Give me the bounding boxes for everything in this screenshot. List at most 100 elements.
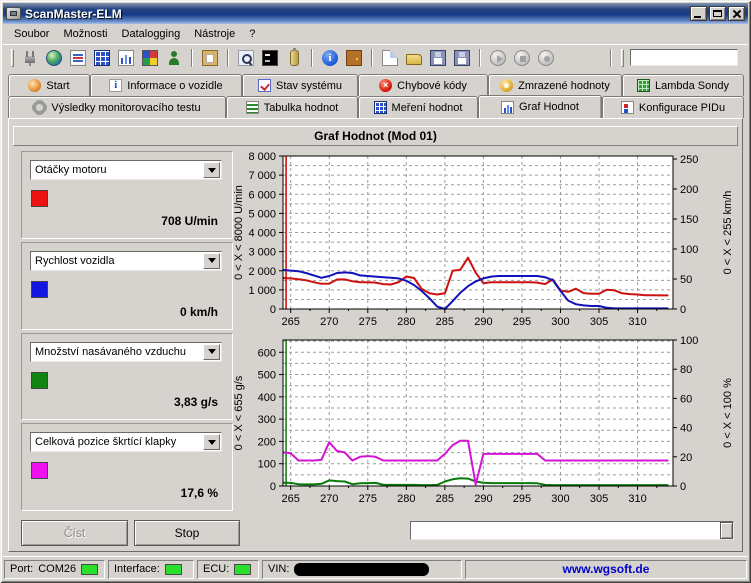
tab-zmrazene-hodnoty[interactable]: Zmrazené hodnoty: [488, 74, 622, 96]
port-value: COM26: [38, 563, 76, 575]
search-button[interactable]: [234, 47, 258, 69]
maximize-button[interactable]: [709, 6, 726, 21]
toolbar-input[interactable]: [630, 49, 738, 66]
pid-select-2-value: Rychlost vozidla: [35, 255, 114, 267]
info-button[interactable]: [318, 47, 342, 69]
pid-select-4[interactable]: Celková pozice škrtící klapky: [30, 432, 222, 452]
clipboard-button[interactable]: [198, 47, 222, 69]
svg-text:0 < X < 255 km/h: 0 < X < 255 km/h: [722, 191, 734, 275]
tab-vysledky-monitorovaciho-testu[interactable]: Výsledky monitorovacího testu: [8, 96, 226, 118]
save-icon: [430, 50, 446, 66]
tab-start[interactable]: Start: [8, 74, 90, 96]
dropdown-button[interactable]: [203, 434, 220, 450]
param-value-throttle: 17,6 %: [181, 486, 218, 500]
toolbar: [3, 44, 748, 70]
series-color-swatch: [31, 190, 48, 207]
svg-text:290: 290: [474, 493, 492, 505]
menu-nastroje[interactable]: Nástroje: [187, 27, 242, 41]
svg-text:265: 265: [282, 316, 300, 328]
dropdown-button[interactable]: [203, 162, 220, 178]
svg-text:80: 80: [680, 364, 692, 376]
minimize-button[interactable]: [690, 6, 707, 21]
ecu-led: [234, 564, 251, 575]
pid-select-3[interactable]: Množství nasávaného vzduchu: [30, 342, 222, 362]
svg-text:0 < X < 8000 U/min: 0 < X < 8000 U/min: [233, 185, 245, 280]
play-button[interactable]: [486, 47, 510, 69]
tab-label: Graf Hodnot: [519, 101, 579, 113]
tab-label: Lambda Sondy: [655, 80, 729, 92]
tab-stav-systemu[interactable]: Stav systému: [242, 74, 358, 96]
series-color-swatch: [31, 372, 48, 389]
pid-select-1[interactable]: Otáčky motoru: [30, 160, 222, 180]
tab-row-1: Start Informace o vozidle Stav systému C…: [8, 74, 744, 96]
svg-text:300: 300: [551, 493, 569, 505]
save-button[interactable]: [426, 47, 450, 69]
menu-help[interactable]: ?: [242, 27, 262, 41]
svg-text:4 000: 4 000: [248, 228, 276, 240]
tab-lambda-sondy[interactable]: Lambda Sondy: [622, 74, 744, 96]
svg-text:300: 300: [258, 414, 276, 426]
battery-button[interactable]: [282, 47, 306, 69]
dashboard-button[interactable]: [138, 47, 162, 69]
svg-text:0: 0: [270, 481, 276, 493]
tab-informace-o-vozidle[interactable]: Informace o vozidle: [90, 74, 242, 96]
svg-text:7 000: 7 000: [248, 170, 276, 182]
chart-rpm-speed: 01 0002 0003 0004 0005 0006 0007 0008 00…: [233, 149, 738, 333]
svg-text:310: 310: [628, 493, 646, 505]
toolbar-grip[interactable]: [621, 49, 624, 67]
new-file-button[interactable]: [378, 47, 402, 69]
param-section-rpm: Otáčky motoru 708 U/min: [21, 151, 233, 239]
scrollbar-thumb[interactable]: [720, 522, 733, 539]
graph-button[interactable]: [114, 47, 138, 69]
chevron-down-icon: [208, 440, 216, 445]
dropdown-button[interactable]: [203, 253, 220, 269]
menu-datalogging[interactable]: Datalogging: [115, 27, 188, 41]
close-button[interactable]: [728, 6, 745, 21]
toolbar-grip[interactable]: [11, 49, 14, 67]
read-button[interactable]: Číst: [21, 520, 128, 546]
tab-label: Chybové kódy: [397, 80, 467, 92]
tab-mereni-hodnot[interactable]: Meření hodnot: [358, 96, 478, 118]
title-bar[interactable]: ScanMaster-ELM: [3, 3, 748, 24]
svg-text:0 < X < 100 %: 0 < X < 100 %: [722, 378, 734, 448]
tab-tabulka-hodnot[interactable]: Tabulka hodnot: [226, 96, 358, 118]
user-button[interactable]: [162, 47, 186, 69]
time-scrollbar[interactable]: [410, 521, 734, 540]
menu-moznosti[interactable]: Možnosti: [56, 27, 114, 41]
connect-button[interactable]: [18, 47, 42, 69]
status-bar: Port: COM26 Interface: ECU: VIN: www.wgs…: [3, 556, 748, 580]
website-link[interactable]: www.wgsoft.de: [563, 562, 650, 576]
exit-button[interactable]: [342, 47, 366, 69]
web-button[interactable]: [42, 47, 66, 69]
tab-konfigurace-pidu[interactable]: Konfigurace PIDu: [602, 96, 744, 118]
interface-label: Interface:: [114, 563, 160, 575]
toolbar-separator: [371, 49, 373, 67]
param-value-maf: 3,83 g/s: [174, 395, 218, 409]
open-file-button[interactable]: [402, 47, 426, 69]
svg-text:20: 20: [680, 452, 692, 464]
dropdown-button[interactable]: [203, 344, 220, 360]
tab-graf-hodnot[interactable]: Graf Hodnot: [478, 95, 602, 118]
vehicle-info-icon: [109, 79, 122, 92]
report-button[interactable]: [66, 47, 90, 69]
toolbar-separator: [191, 49, 193, 67]
stop-button[interactable]: Stop: [134, 520, 240, 546]
vin-redacted: [294, 563, 429, 576]
record-button[interactable]: [534, 47, 558, 69]
stop-record-button[interactable]: [510, 47, 534, 69]
dashboard-icon: [142, 50, 158, 66]
svg-text:1 000: 1 000: [248, 285, 276, 297]
tab-chybove-kody[interactable]: Chybové kódy: [358, 74, 488, 96]
param-section-maf: Množství nasávaného vzduchu 3,83 g/s: [21, 333, 233, 421]
tab-label: Zmrazené hodnoty: [518, 80, 610, 92]
svg-text:285: 285: [436, 493, 454, 505]
param-value-speed: 0 km/h: [180, 305, 218, 319]
pid-select-2[interactable]: Rychlost vozidla: [30, 251, 222, 271]
terminal-button[interactable]: [258, 47, 282, 69]
svg-text:600: 600: [258, 347, 276, 359]
menu-soubor[interactable]: Soubor: [7, 27, 56, 41]
report-icon: [70, 50, 86, 66]
value-table-button[interactable]: [90, 47, 114, 69]
save-as-button[interactable]: [450, 47, 474, 69]
svg-text:275: 275: [359, 316, 377, 328]
